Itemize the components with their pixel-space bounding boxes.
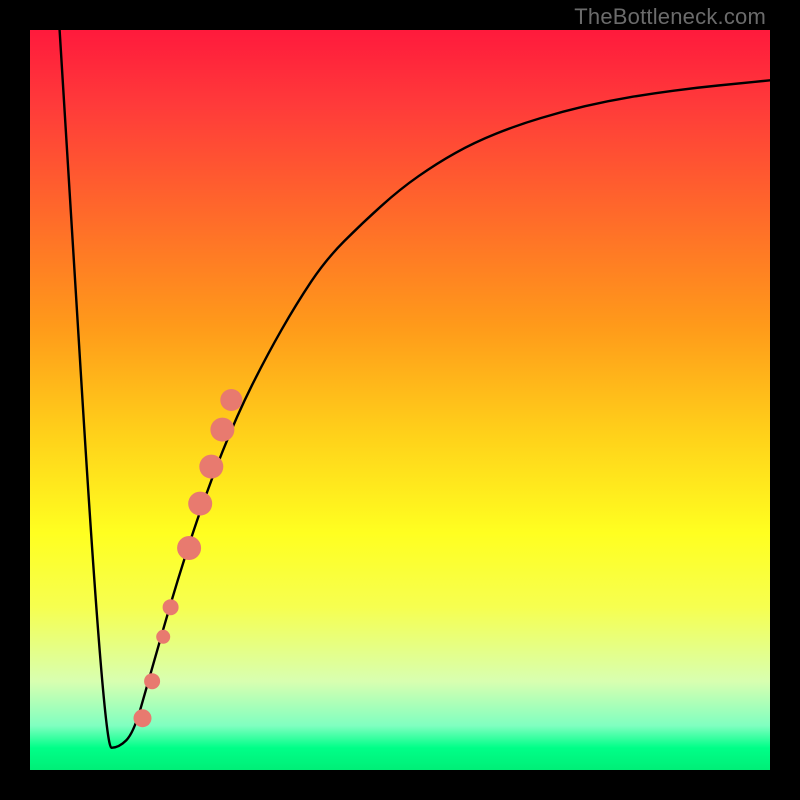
highlight-markers-group xyxy=(134,389,243,727)
watermark-text: TheBottleneck.com xyxy=(574,4,766,30)
highlight-marker xyxy=(210,418,234,442)
chart-svg xyxy=(30,30,770,770)
highlight-marker xyxy=(177,536,201,560)
highlight-marker xyxy=(144,673,160,689)
plot-area xyxy=(30,30,770,770)
highlight-marker xyxy=(199,455,223,479)
highlight-marker xyxy=(156,630,170,644)
chart-frame: TheBottleneck.com xyxy=(0,0,800,800)
highlight-marker xyxy=(188,492,212,516)
highlight-marker xyxy=(163,599,179,615)
highlight-marker xyxy=(134,709,152,727)
highlight-marker xyxy=(220,389,242,411)
